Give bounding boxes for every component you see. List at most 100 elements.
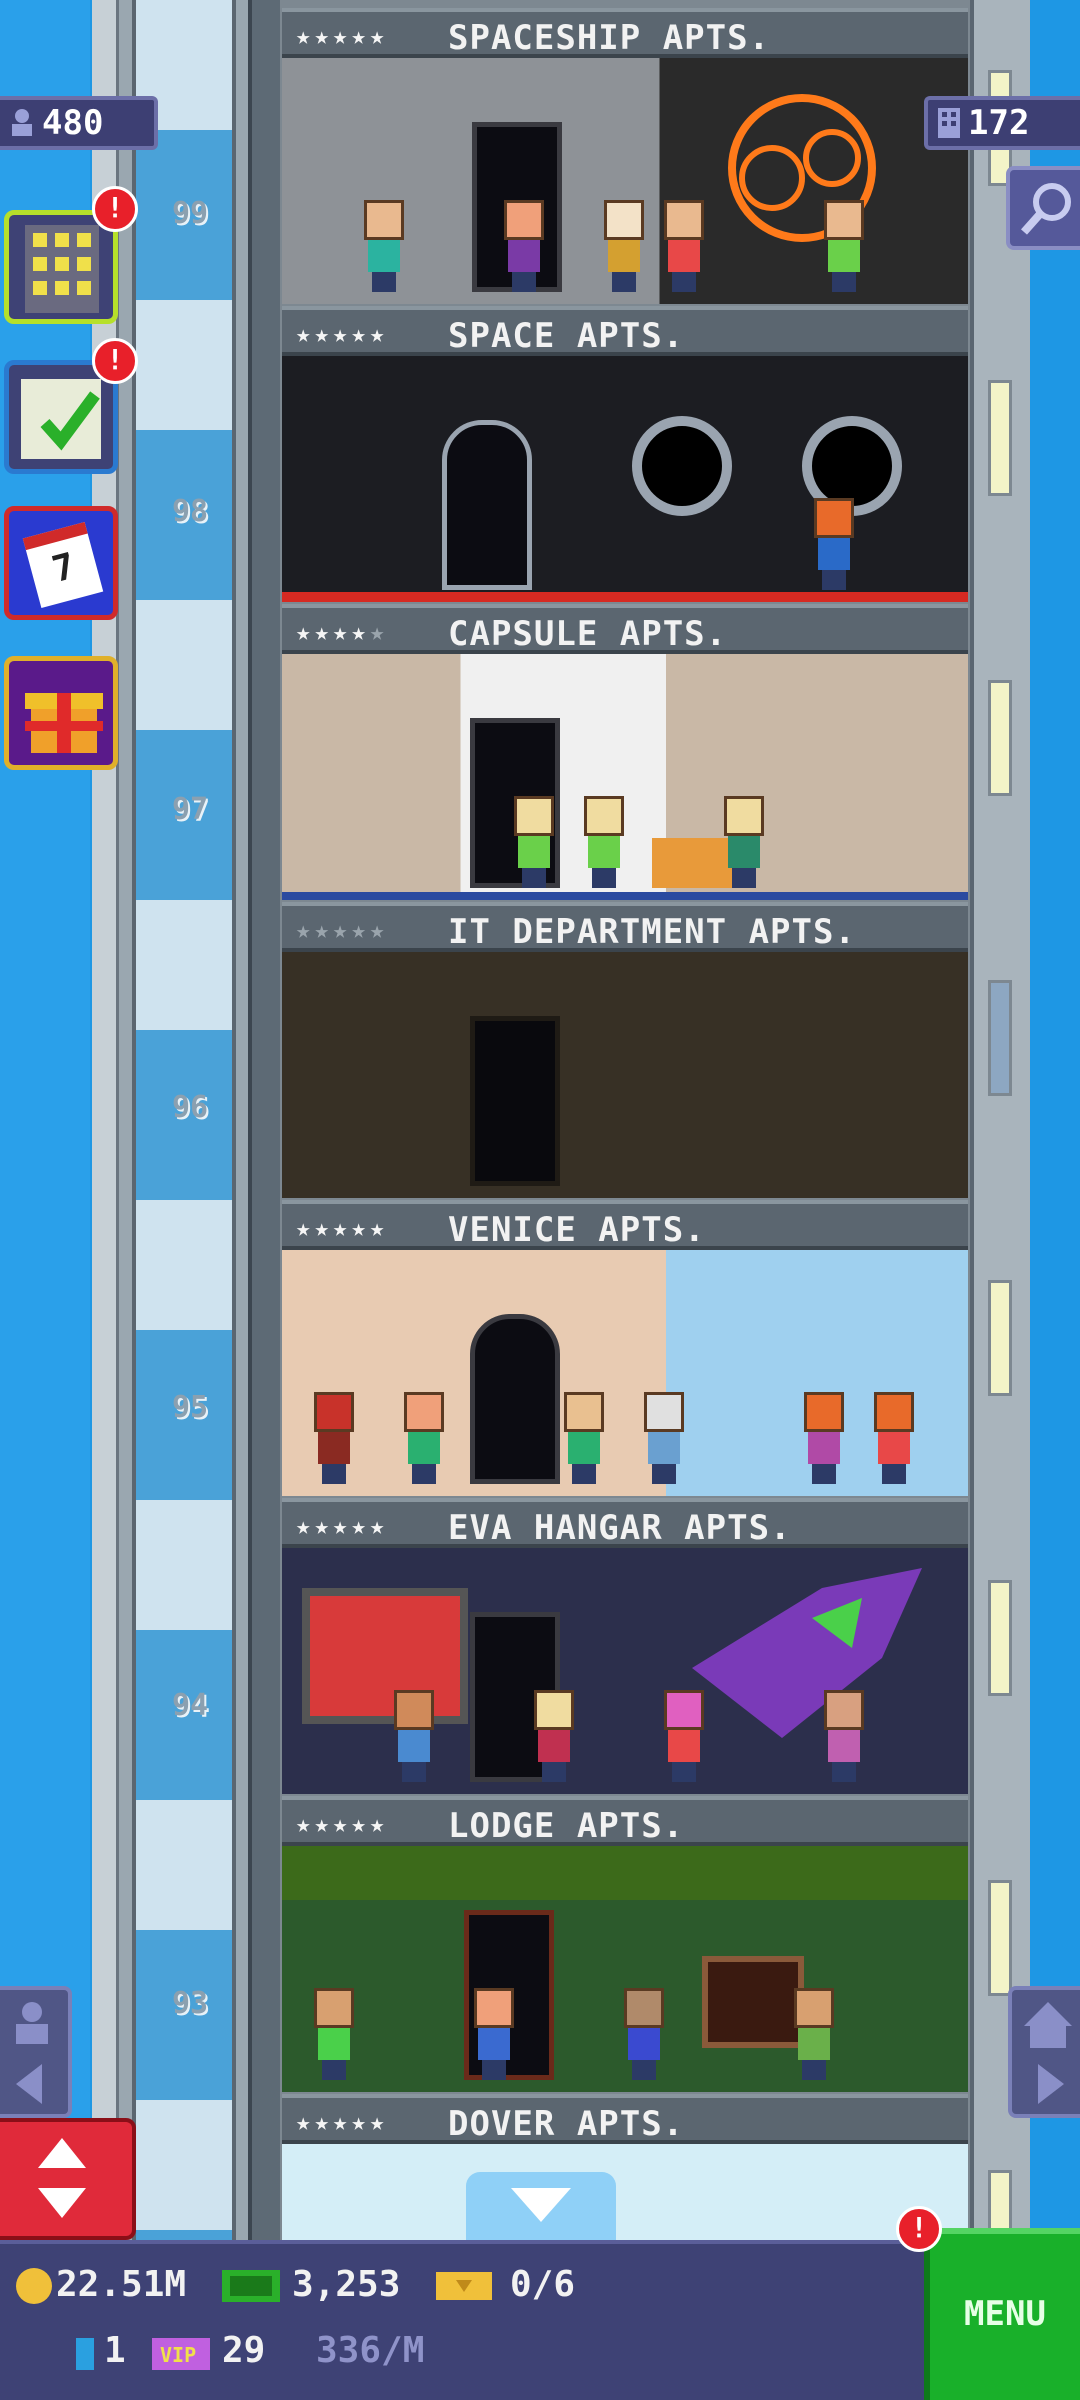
resident[interactable]: [822, 1690, 866, 1782]
star-icon: ★: [369, 1512, 389, 1540]
star-icon: ★: [314, 1810, 333, 1838]
population-badge[interactable]: 480: [0, 96, 158, 150]
floor-label-bar: ★★★★★ SPACE APTS.: [282, 306, 968, 356]
resident[interactable]: [722, 796, 766, 888]
porthole-window: [632, 416, 732, 516]
resident[interactable]: [392, 1690, 436, 1782]
bux-value: 3,253: [292, 2264, 401, 2305]
floor-eva-hangar[interactable]: ★★★★★ EVA HANGAR APTS.: [282, 1498, 968, 1794]
resident[interactable]: [622, 1988, 666, 2080]
room-interior: [282, 952, 968, 1198]
floor-name: IT DEPARTMENT APTS.: [448, 912, 856, 952]
star-icon: ★: [369, 320, 389, 348]
room-interior: [282, 1250, 968, 1496]
floor-name: LODGE APTS.: [448, 1806, 685, 1846]
floor-spaceship[interactable]: ★★★★★ SPACESHIP APTS.: [282, 8, 968, 304]
coin-icon: [16, 2268, 52, 2304]
tower-window: [988, 1880, 1012, 1996]
scroll-down-button[interactable]: [466, 2172, 616, 2240]
resident[interactable]: [312, 1392, 356, 1484]
floor-name: EVA HANGAR APTS.: [448, 1508, 792, 1548]
floor-number: 94: [171, 1688, 209, 1723]
resident[interactable]: [532, 1690, 576, 1782]
fireplace: [702, 1956, 804, 2048]
star-icon: ★: [314, 618, 333, 646]
menu-button[interactable]: MENU: [924, 2228, 1080, 2400]
star-icon: ★: [296, 22, 315, 50]
gift-button[interactable]: [4, 656, 118, 770]
floor-venice[interactable]: ★★★★★ VENICE APTS.: [282, 1200, 968, 1496]
star-icon: ★: [296, 320, 315, 348]
tower-window: [988, 1580, 1012, 1696]
down-arrow-icon: [511, 2188, 571, 2222]
up-down-arrows-icon: [38, 2138, 86, 2218]
floor-label-bar: ★★★★★ EVA HANGAR APTS.: [282, 1498, 968, 1548]
population-value: 480: [42, 103, 104, 143]
floor-stars: ★★★★★: [296, 1810, 388, 1838]
tower-window: [988, 980, 1012, 1096]
resident[interactable]: [802, 1392, 846, 1484]
search-button[interactable]: [1006, 166, 1080, 250]
room-interior: [282, 356, 968, 602]
calendar-button[interactable]: 7: [4, 506, 118, 620]
floor-label-bar: ★★★★★ LODGE APTS.: [282, 1796, 968, 1846]
shaft-rail-left: [92, 0, 119, 2240]
resident[interactable]: [792, 1988, 836, 2080]
star-icon: ★: [314, 1512, 333, 1540]
elevator-button[interactable]: [0, 2118, 136, 2240]
resident[interactable]: [822, 200, 866, 292]
resident[interactable]: [812, 498, 856, 590]
resident[interactable]: [662, 200, 706, 292]
resident[interactable]: [602, 200, 646, 292]
floor-number: 93: [171, 1986, 209, 2021]
floor-label-bar: ★★★★★ IT DEPARTMENT APTS.: [282, 902, 968, 952]
floor-stars: ★★★★★: [296, 618, 388, 646]
home-forward-icon: [1024, 2002, 1072, 2104]
resident[interactable]: [872, 1392, 916, 1484]
bottom-hud: 22.51M 3,253 0/6 1 VIP 29 336/M: [0, 2240, 924, 2400]
floor-number: 97: [171, 792, 209, 827]
resident[interactable]: [582, 796, 626, 888]
resident[interactable]: [512, 796, 556, 888]
resident[interactable]: [362, 200, 406, 292]
bux-icon: [222, 2270, 280, 2302]
star-icon: ★: [296, 1512, 315, 1540]
star-icon: ★: [332, 1214, 352, 1242]
shaft-rail-right: [248, 0, 282, 2240]
floor-space[interactable]: ★★★★★ SPACE APTS.: [282, 306, 968, 602]
income-rate: 336/M: [316, 2330, 425, 2371]
room-interior: [282, 654, 968, 900]
star-icon: ★: [314, 1214, 333, 1242]
next-floor-button[interactable]: [1008, 1986, 1080, 2118]
floors-badge[interactable]: 172: [924, 96, 1080, 150]
star-icon: ★: [332, 320, 352, 348]
floor-dover[interactable]: ★★★★★ DOVER APTS.: [282, 2094, 968, 2240]
floor-capsule[interactable]: ★★★★★ CAPSULE APTS.: [282, 604, 968, 900]
resident[interactable]: [562, 1392, 606, 1484]
star-icon: ★: [351, 1214, 370, 1242]
resident[interactable]: [402, 1392, 446, 1484]
floor-lodge[interactable]: ★★★★★ LODGE APTS.: [282, 1796, 968, 2092]
resident[interactable]: [312, 1988, 356, 2080]
floor-number: 96: [171, 1090, 209, 1125]
resident[interactable]: [502, 200, 546, 292]
resident[interactable]: [642, 1392, 686, 1484]
coins-value: 22.51M: [56, 2264, 187, 2305]
svg-text:VIP: VIP: [160, 2343, 196, 2367]
star-icon: ★: [332, 22, 352, 50]
floor-it-department[interactable]: ★★★★★ IT DEPARTMENT APTS.: [282, 902, 968, 1198]
resident[interactable]: [472, 1988, 516, 2080]
resident[interactable]: [662, 1690, 706, 1782]
star-icon: ★: [351, 320, 370, 348]
building-icon: [938, 108, 960, 138]
floor-name: SPACESHIP APTS.: [448, 18, 771, 58]
prev-floor-button[interactable]: [0, 1986, 72, 2118]
floor-stars: ★★★★★: [296, 2108, 388, 2136]
star-icon: ★: [351, 1810, 370, 1838]
floor-name: CAPSULE APTS.: [448, 614, 728, 654]
tickets-value: 0/6: [510, 2264, 576, 2305]
tower-window: [988, 380, 1012, 496]
tiger-pet[interactable]: [652, 838, 732, 888]
star-icon: ★: [351, 22, 370, 50]
floors-value: 172: [968, 103, 1030, 143]
